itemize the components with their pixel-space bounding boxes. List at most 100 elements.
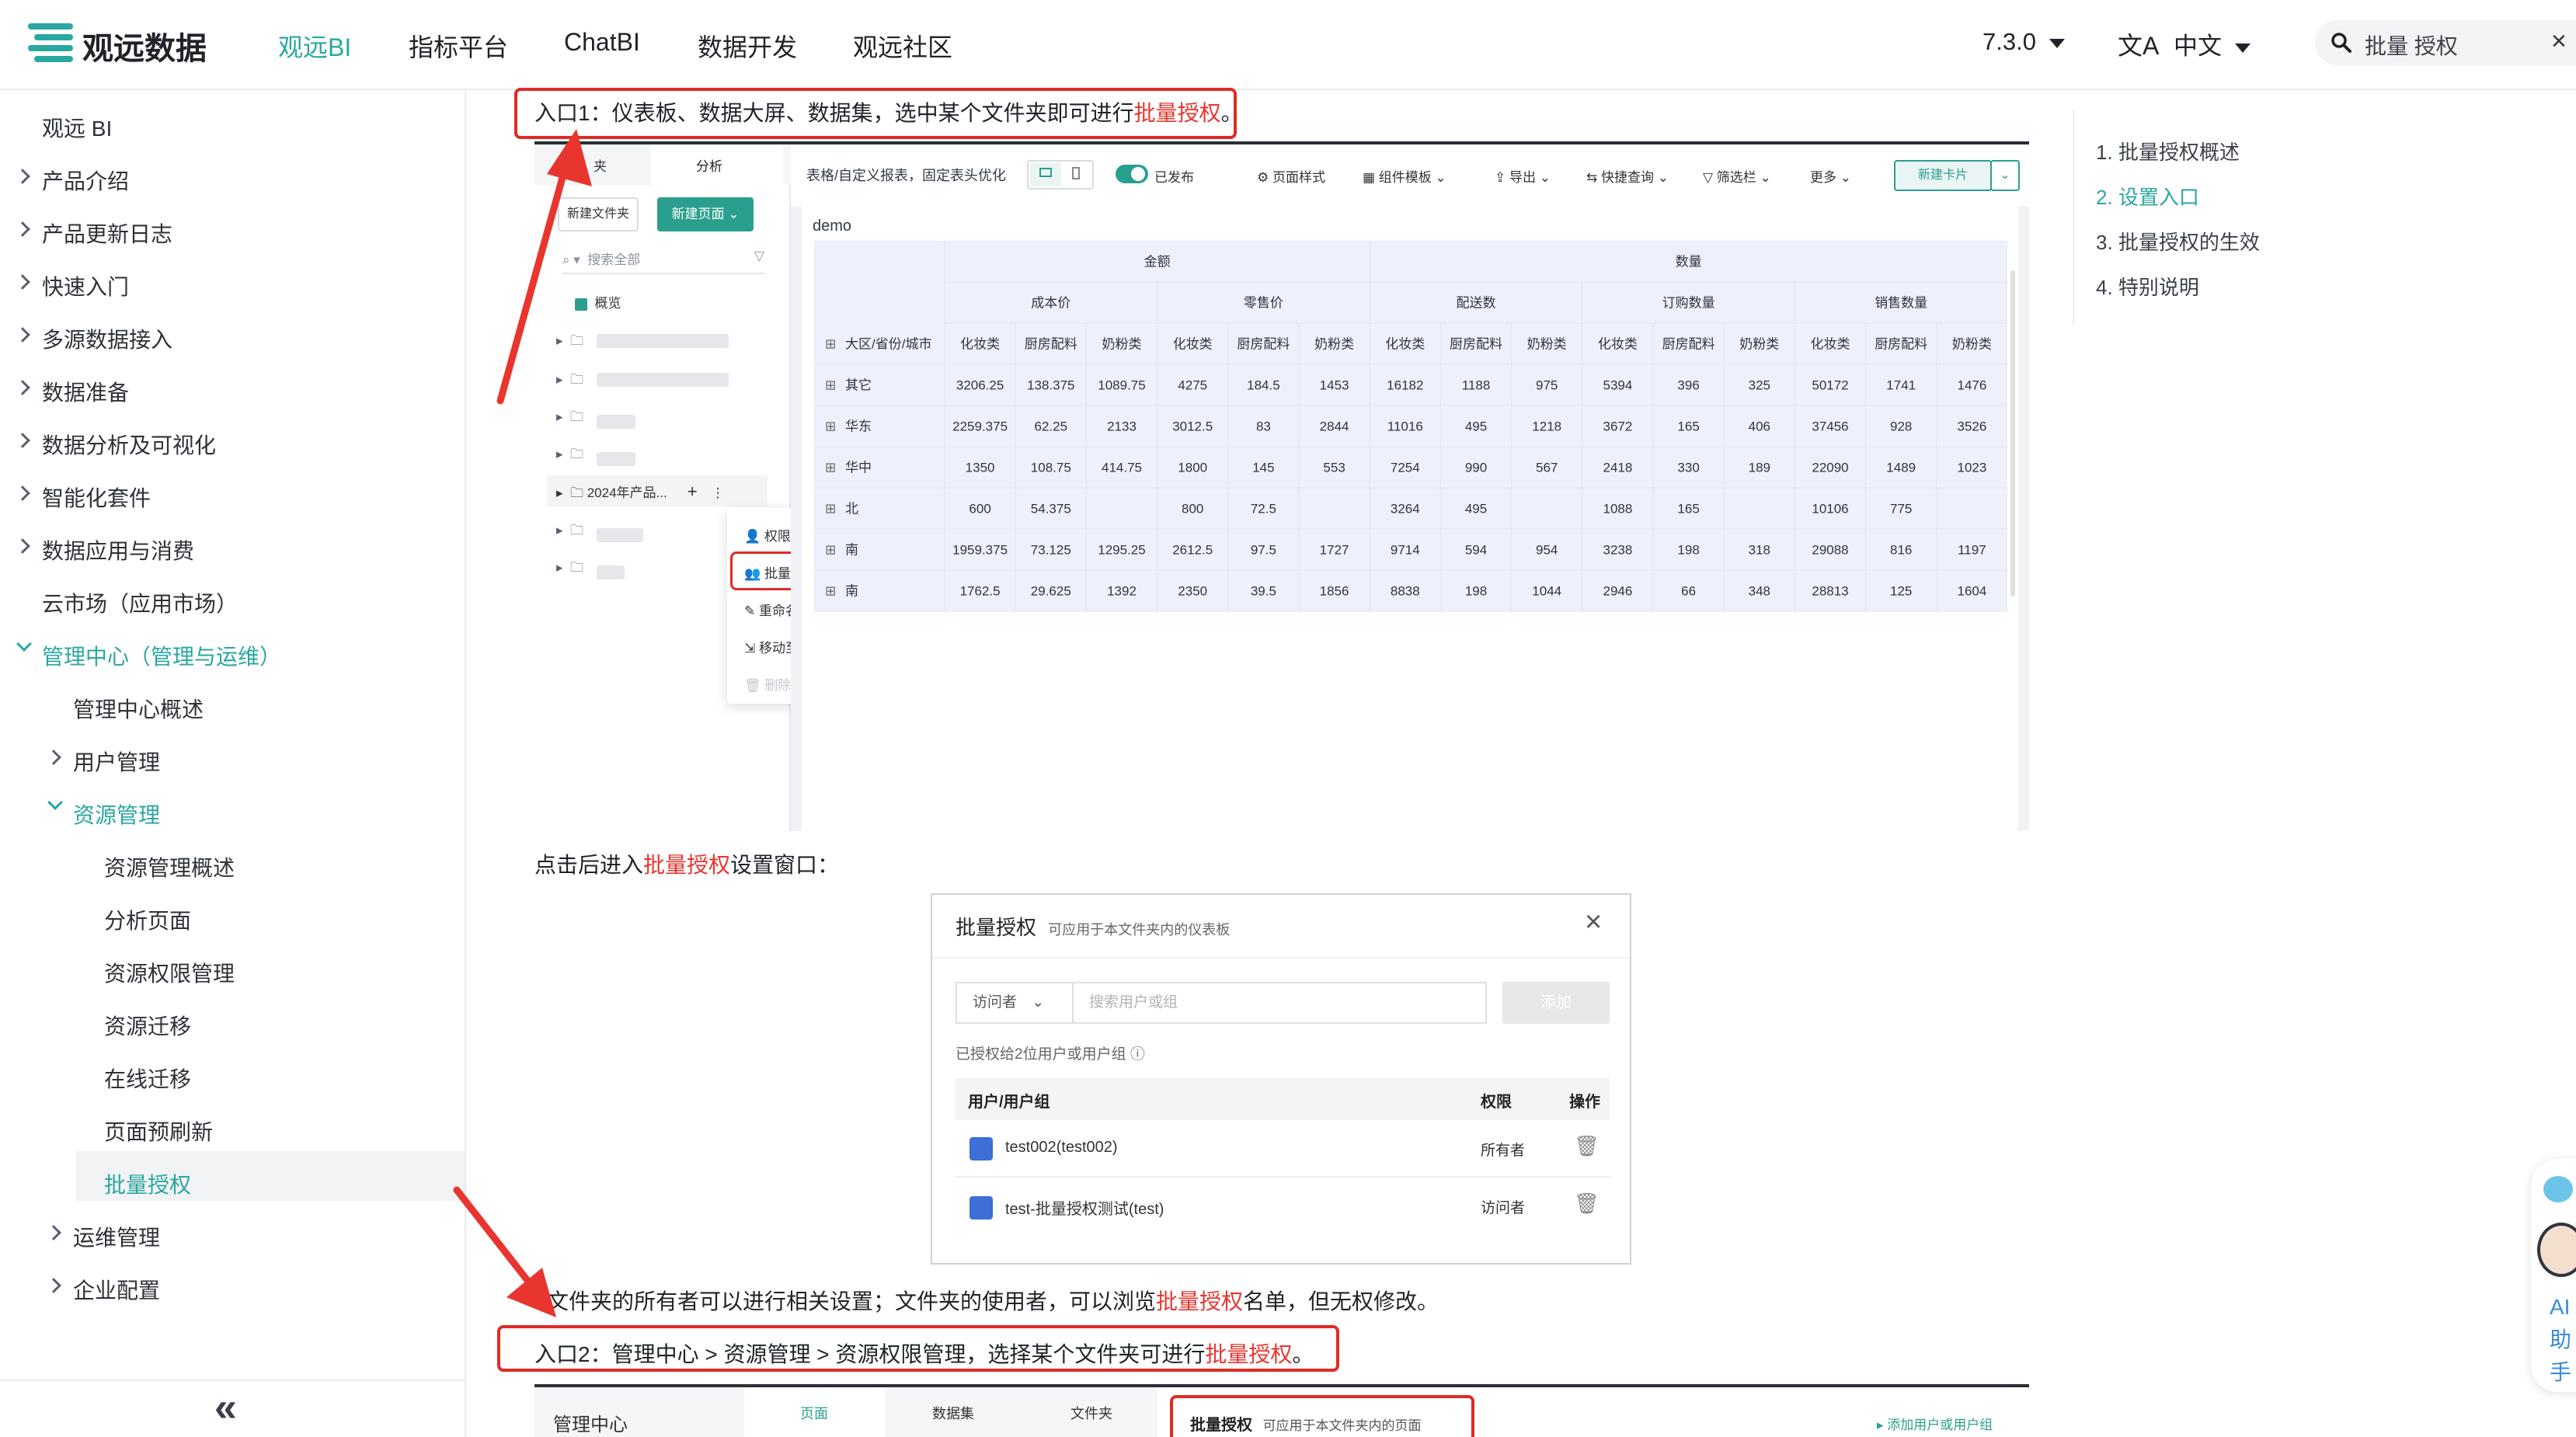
- add-button[interactable]: 添加: [1502, 982, 1610, 1024]
- logo-text[interactable]: 观远数据: [82, 23, 207, 68]
- help-icon[interactable]: ⓘ: [1130, 1046, 1145, 1063]
- nav-link-chatbi[interactable]: ChatBI: [564, 28, 640, 57]
- toolbar-export[interactable]: ⇪ 导出 ⌄: [1495, 166, 1551, 186]
- delete-icon[interactable]: 🗑: [1574, 1134, 1600, 1158]
- scrollbar[interactable]: [2010, 270, 2015, 597]
- sidebar-collapse-bar[interactable]: «: [0, 1380, 465, 1437]
- add-user-link[interactable]: ▸ 添加用户或用户组: [1877, 1414, 1993, 1433]
- sidebar-item-analysis-page[interactable]: 分析页面: [104, 904, 191, 935]
- nav-link-community[interactable]: 观远社区: [853, 28, 952, 64]
- sidebar-item-resource-migration[interactable]: 资源迁移: [104, 1010, 191, 1041]
- chevron-right-icon[interactable]: [15, 485, 30, 501]
- pivot-cell: [1936, 487, 2007, 530]
- sidebar-item-batch-auth[interactable]: 批量授权: [104, 1168, 191, 1199]
- chevron-right-icon[interactable]: [15, 538, 30, 554]
- mobile-icon[interactable]: [1072, 167, 1080, 179]
- sidebar-item-changelog[interactable]: 产品更新日志: [42, 217, 172, 249]
- sidebar-item-product-intro[interactable]: 产品介绍: [42, 165, 129, 196]
- new-page-button[interactable]: 新建页面 ⌄: [657, 197, 754, 231]
- pivot-cell-value: 325: [1749, 378, 1770, 393]
- after-click-link[interactable]: 批量授权: [643, 853, 730, 877]
- toolbar-component-template[interactable]: ▦ 组件模板 ⌄: [1363, 166, 1446, 186]
- sidebar-item-resource-permission[interactable]: 资源权限管理: [104, 957, 235, 988]
- admin-tab-dataset[interactable]: 数据集: [932, 1403, 974, 1423]
- sidebar-item-enterprise[interactable]: 企业配置: [73, 1274, 160, 1305]
- toc-item-effect[interactable]: 3. 批量授权的生效: [2096, 227, 2260, 256]
- language-select[interactable]: 文A 中文: [2118, 26, 2251, 62]
- pivot-sub-header: 订购数量: [1662, 296, 1715, 311]
- sidebar-item-admin-overview[interactable]: 管理中心概述: [73, 693, 204, 724]
- sidebar-item-resource-mgmt[interactable]: 资源管理: [73, 799, 160, 830]
- tree-folder-row[interactable]: ▸ 🗀: [556, 558, 583, 580]
- toolbar-quick-query[interactable]: ⇆ 快捷查询 ⌄: [1586, 166, 1669, 186]
- sidebar-item-data-sources[interactable]: 多源数据接入: [42, 323, 172, 354]
- tree-folder-row[interactable]: ▸ 🗀: [556, 444, 583, 467]
- pivot-cell-value: 83: [1256, 419, 1271, 434]
- sidebar-item-analysis[interactable]: 数据分析及可视化: [42, 429, 216, 460]
- chevron-down-icon[interactable]: [16, 636, 32, 652]
- user-search-input[interactable]: 搜索用户或组: [1072, 982, 1487, 1024]
- sidebar-item-admin-center[interactable]: 管理中心（管理与运维）: [42, 640, 281, 671]
- sidebar-item-ops[interactable]: 运维管理: [73, 1221, 160, 1252]
- version-select[interactable]: 7.3.0: [1982, 28, 2065, 56]
- search-input[interactable]: 批量 授权: [2365, 30, 2458, 61]
- collapse-icon[interactable]: «: [214, 1384, 237, 1431]
- sidebar-item-resource-overview[interactable]: 资源管理概述: [104, 851, 235, 882]
- desktop-icon[interactable]: [1039, 168, 1052, 177]
- publish-toggle[interactable]: [1116, 165, 1148, 183]
- chevron-right-icon[interactable]: [15, 380, 30, 395]
- logo-icon[interactable]: [28, 23, 73, 64]
- nav-link-guanyuan-bi[interactable]: 观远BI: [278, 28, 351, 64]
- nav-link-data-dev[interactable]: 数据开发: [698, 28, 797, 64]
- toolbar-filter[interactable]: ▽ 筛选栏 ⌄: [1703, 166, 1771, 186]
- sidebar-item-quickstart[interactable]: 快速入门: [42, 270, 129, 301]
- toolbar-page-style[interactable]: ⚙ 页面样式: [1257, 166, 1325, 186]
- chevron-right-icon[interactable]: [46, 750, 61, 765]
- ai-assistant-widget[interactable]: AI 助 手: [2531, 1159, 2576, 1392]
- sidebar-item-page-prerefresh[interactable]: 页面预刷新: [104, 1115, 213, 1146]
- ai-avatar[interactable]: [2537, 1223, 2576, 1277]
- chevron-down-icon[interactable]: [47, 795, 63, 810]
- delete-icon[interactable]: 🗑: [1574, 1192, 1600, 1216]
- plus-icon[interactable]: +: [688, 482, 698, 501]
- sidebar-item-user-mgmt[interactable]: 用户管理: [73, 746, 160, 777]
- menu-item-delete[interactable]: 🗑 删除: [744, 674, 791, 694]
- clear-icon[interactable]: ×: [2551, 26, 2567, 57]
- chevron-right-icon[interactable]: [46, 1278, 61, 1293]
- chevron-right-icon[interactable]: [15, 221, 30, 237]
- search-box[interactable]: 批量 授权 ×: [2315, 20, 2576, 65]
- chat-bubble-icon[interactable]: [2543, 1176, 2573, 1202]
- sidebar-item-data-prep[interactable]: 数据准备: [42, 376, 129, 407]
- more-icon[interactable]: ⋮: [712, 485, 725, 500]
- sidebar-item-online-migration[interactable]: 在线迁移: [104, 1063, 191, 1094]
- chevron-right-icon[interactable]: [15, 274, 30, 290]
- admin-tab-page[interactable]: 页面: [800, 1403, 828, 1423]
- role-select[interactable]: 访问者 ⌄: [956, 982, 1072, 1024]
- sidebar-item-marketplace[interactable]: 云市场（应用市场）: [42, 587, 238, 618]
- owner-note-link[interactable]: 批量授权: [1156, 1289, 1243, 1313]
- close-icon[interactable]: ×: [1585, 906, 1602, 939]
- sidebar-item-smart-suite[interactable]: 智能化套件: [42, 482, 151, 513]
- tab-analysis[interactable]: 分析: [696, 155, 722, 175]
- chevron-right-icon[interactable]: [15, 433, 30, 448]
- admin-tab-folder[interactable]: 文件夹: [1070, 1403, 1112, 1423]
- toc-item-overview[interactable]: 1. 批量授权概述: [2096, 137, 2240, 165]
- toc-item-entry[interactable]: 2. 设置入口: [2096, 182, 2199, 211]
- entry1-link[interactable]: 批量授权: [1134, 101, 1221, 125]
- toc-item-notes[interactable]: 4. 特别说明: [2096, 272, 2199, 301]
- entry2-link[interactable]: 批量授权: [1205, 1342, 1292, 1366]
- chevron-right-icon[interactable]: [15, 327, 30, 343]
- new-card-dropdown[interactable]: ⌄: [1990, 160, 2020, 191]
- chevron-right-icon[interactable]: [46, 1225, 61, 1240]
- tree-folder-row[interactable]: ▸ 🗀: [556, 520, 583, 543]
- new-card-button[interactable]: 新建卡片: [1894, 160, 1992, 191]
- nav-link-metrics[interactable]: 指标平台: [409, 28, 508, 64]
- pivot-cell-value: 2259.375: [952, 419, 1008, 434]
- tree-folder-2024[interactable]: ▸ 🗀 2024年产品... + ⋮: [556, 482, 725, 506]
- sidebar-item-data-apps[interactable]: 数据应用与消费: [42, 534, 194, 565]
- device-toggle[interactable]: [1027, 160, 1094, 190]
- sidebar-item-bi[interactable]: 观远 BI: [42, 112, 112, 143]
- toolbar-more[interactable]: 更多 ⌄: [1810, 166, 1851, 186]
- chevron-right-icon[interactable]: [15, 169, 30, 184]
- filter-icon[interactable]: ▽: [754, 249, 764, 264]
